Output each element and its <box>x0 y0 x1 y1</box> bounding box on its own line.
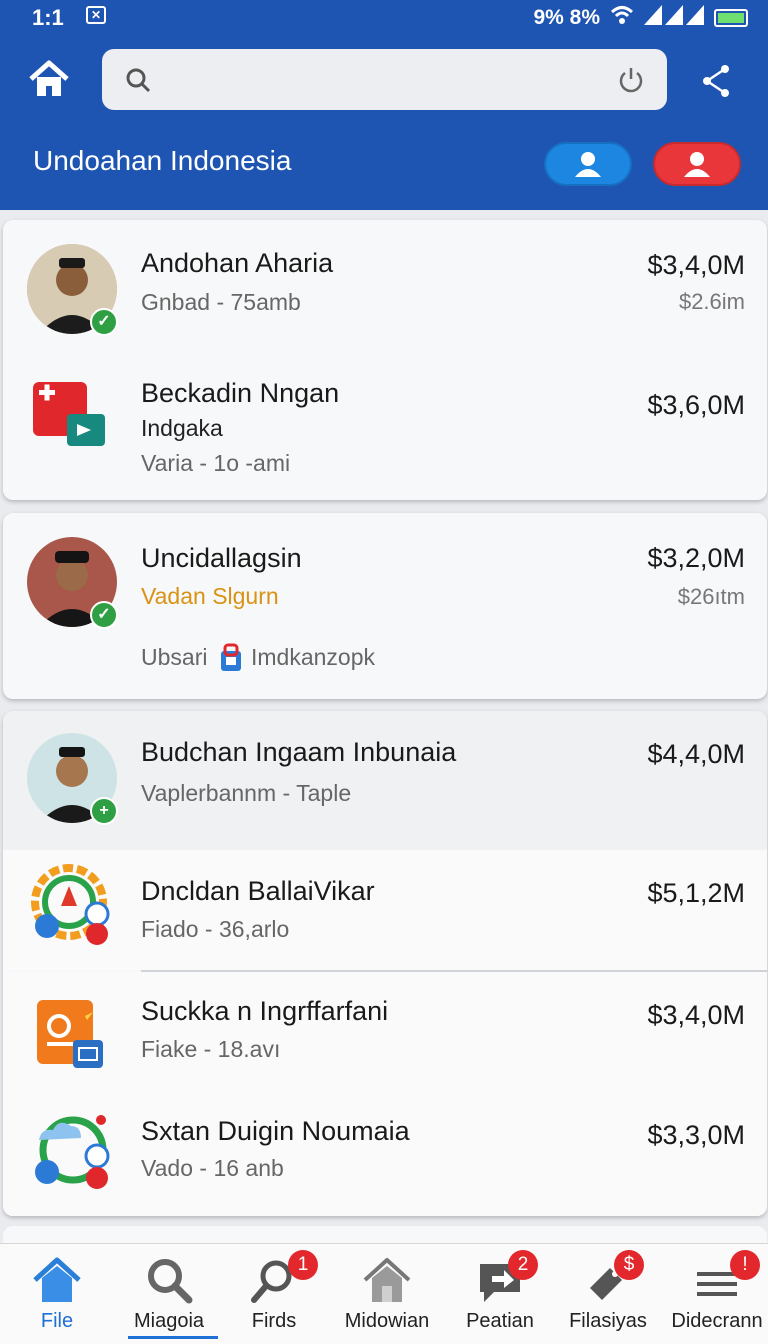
list-item[interactable]: ✓ Andohan Aharia Gnbad - 75amb $3,4,0M $… <box>3 220 767 360</box>
nav-label: Firds <box>251 1310 297 1332</box>
item-subtitle: Vaplerbannm - Taple <box>141 780 352 806</box>
search-input[interactable] <box>162 49 592 110</box>
list-item[interactable]: Dncldan BallaiVikar Fiado - 36,arlo $5,1… <box>3 850 767 970</box>
item-amount: $3,6,0M <box>647 390 745 420</box>
home-icon <box>29 60 69 96</box>
house-icon <box>33 1257 81 1302</box>
verified-icon: ✓ <box>90 308 118 336</box>
power-icon[interactable] <box>617 65 645 93</box>
user-icon <box>575 152 601 177</box>
item-subtitle-highlight: Vadan Slgurn <box>141 583 279 609</box>
nav-item-midowian[interactable]: Midowian <box>324 1244 450 1344</box>
card: ✓ Uncidallagsin Vadan Slgurn Ubsari Imdk… <box>3 513 767 699</box>
verified-icon: + <box>90 797 118 825</box>
share-icon <box>703 65 729 97</box>
item-subtitle: Fiado - 36,arlo <box>141 916 290 942</box>
status-indicators: 9% 8% <box>533 5 748 31</box>
item-amount-secondary: $2.6im <box>678 289 745 314</box>
status-bar: 1:1 ✕ 9% 8% <box>0 0 768 34</box>
gear-app-icon <box>31 864 110 945</box>
page-title: Undoahan Indonesia <box>33 145 292 176</box>
share-button[interactable] <box>695 60 737 102</box>
item-amount: $3,3,0M <box>647 1120 745 1150</box>
status-text: 9% 8% <box>533 6 600 29</box>
active-tab-indicator <box>128 1336 218 1339</box>
profile-button-red[interactable] <box>653 142 741 186</box>
item-subtitle-extra: Imdkanzopk <box>251 644 376 670</box>
wifi-icon <box>610 5 634 31</box>
notification-icon: ✕ <box>86 6 106 24</box>
notification-badge: 2 <box>508 1250 538 1280</box>
shop-icon <box>221 643 241 671</box>
item-name: Budchan Ingaam Inbunaia <box>141 737 457 767</box>
nav-item-firds[interactable]: 1 Firds <box>224 1244 324 1344</box>
item-amount: $3,4,0M <box>647 1000 745 1030</box>
nav-label: Peatian <box>466 1310 534 1332</box>
card: ✓ Andohan Aharia Gnbad - 75amb $3,4,0M $… <box>3 220 767 500</box>
item-amount: $5,1,2M <box>647 878 745 908</box>
nav-item-miagoia[interactable]: Miagoia <box>114 1244 224 1344</box>
item-name: Andohan Aharia <box>141 248 334 278</box>
bottom-navigation: File Miagoia 1 Firds Midowian 2 Peatian <box>0 1243 768 1344</box>
item-subtitle: Gnbad - 75amb <box>141 289 301 315</box>
item-amount: $3,2,0M <box>647 543 745 573</box>
signal-icon <box>644 5 704 31</box>
app-header: 1:1 ✕ 9% 8% Undoahan Indonesia <box>0 0 768 210</box>
item-amount: $3,4,0M <box>647 250 745 280</box>
item-subtitle: Varia - 1o -ami <box>141 450 291 476</box>
battery-icon <box>714 9 748 27</box>
list-item[interactable]: Sxtan Duigin Noumaia Vado - 16 anb $3,3,… <box>3 1092 767 1216</box>
nav-label: Didecrann <box>671 1310 763 1332</box>
nav-item-filasiyas[interactable]: $ Filasiyas <box>550 1244 666 1344</box>
search-icon <box>126 68 151 93</box>
nav-label: File <box>40 1310 74 1332</box>
nav-label: Filasiyas <box>569 1310 647 1332</box>
list-item[interactable]: Beckadin Nngan Indgaka Varia - 1o -ami $… <box>3 360 767 500</box>
list-item[interactable]: Suckka n Ingrffarfani Fiake - 18.avı $3,… <box>3 972 767 1092</box>
folder-transfer-icon <box>33 382 105 446</box>
notification-badge: 1 <box>288 1250 318 1280</box>
nav-label: Miagoia <box>133 1310 205 1332</box>
notification-badge: $ <box>614 1250 644 1280</box>
item-name: Sxtan Duigin Noumaia <box>141 1116 410 1146</box>
search-bar[interactable] <box>102 49 667 110</box>
item-amount-secondary: $26ıtm <box>677 584 745 609</box>
item-name: Suckka n Ingrffarfani <box>141 996 389 1026</box>
verified-icon: ✓ <box>90 601 118 629</box>
notification-badge: ! <box>730 1250 760 1280</box>
search-icon <box>148 1259 193 1304</box>
list-item[interactable]: ✓ Uncidallagsin Vadan Slgurn Ubsari Imdk… <box>3 513 767 699</box>
nav-label: Midowian <box>344 1310 430 1332</box>
item-subtitle: Fiake - 18.avı <box>141 1036 281 1062</box>
item-subtitle: Vado - 16 anb <box>141 1155 284 1181</box>
nav-item-file[interactable]: File <box>0 1244 114 1344</box>
item-name: Beckadin Nngan <box>141 378 340 408</box>
document-app-icon <box>37 1000 103 1068</box>
profile-button-blue[interactable] <box>544 142 632 186</box>
user-icon <box>684 152 710 177</box>
cloud-app-icon <box>35 1115 110 1189</box>
home-outline-icon <box>363 1258 411 1302</box>
card: + Budchan Ingaam Inbunaia Vaplerbannm - … <box>3 711 767 1216</box>
nav-item-peatian[interactable]: 2 Peatian <box>450 1244 550 1344</box>
nav-item-didecrann[interactable]: ! Didecrann <box>666 1244 768 1344</box>
item-name: Dncldan BallaiVikar <box>141 876 375 906</box>
status-time: 1:1 <box>32 5 64 30</box>
item-subtitle-line1: Indgaka <box>141 415 223 441</box>
list-item[interactable]: + Budchan Ingaam Inbunaia Vaplerbannm - … <box>3 711 767 850</box>
item-amount: $4,4,0M <box>647 739 745 769</box>
home-button[interactable] <box>26 56 72 102</box>
item-name: Uncidallagsin <box>141 543 302 573</box>
item-subtitle: Ubsari <box>141 644 208 670</box>
